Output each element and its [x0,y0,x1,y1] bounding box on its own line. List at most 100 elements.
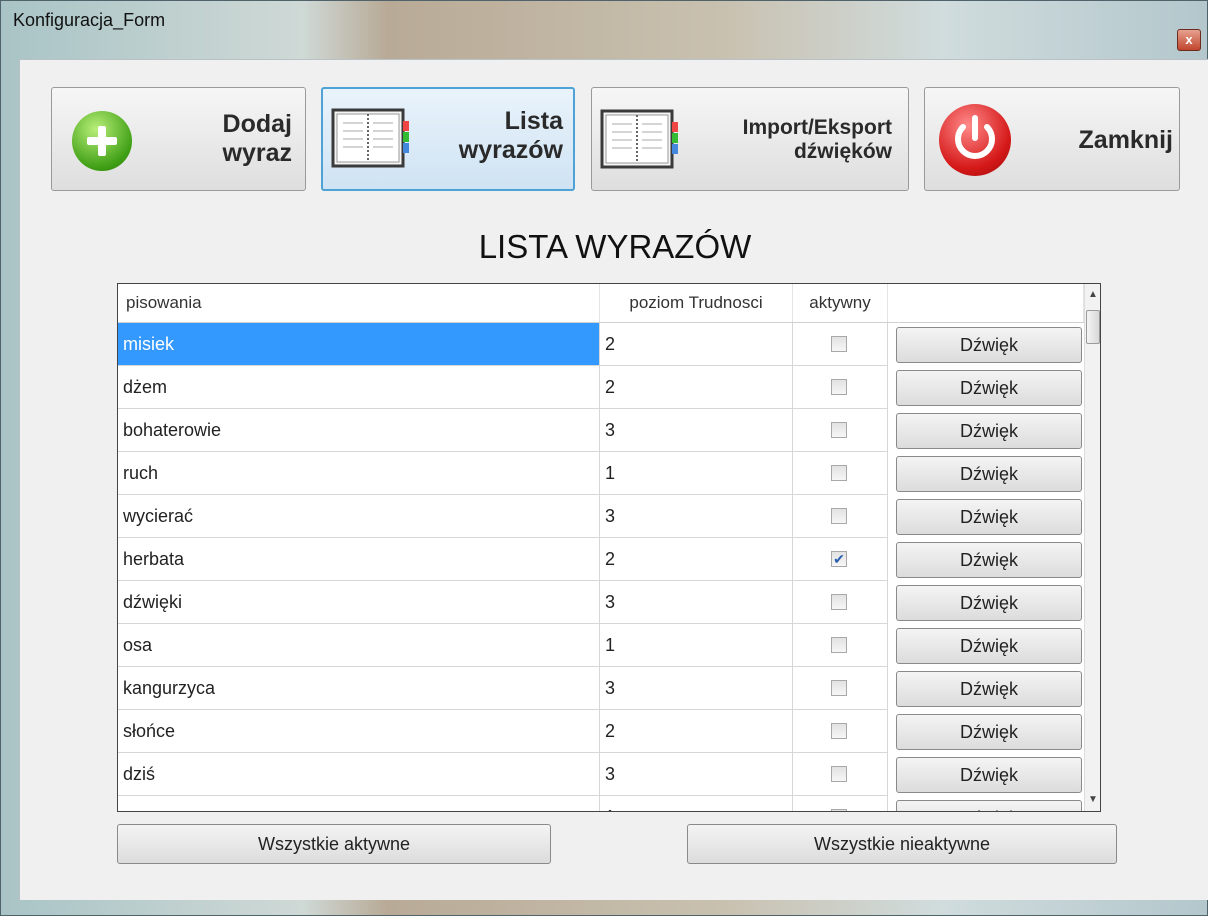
play-sound-button[interactable]: Dźwięk [896,542,1082,578]
play-sound-button[interactable]: Dźwięk [896,413,1082,449]
cell-active [793,409,888,452]
cell-word[interactable]: ruch [118,452,600,495]
active-checkbox[interactable] [831,422,847,438]
play-sound-button[interactable]: Dźwięk [896,628,1082,664]
table-row[interactable]: misiek 2 Dźwięk [118,323,1084,366]
table-row[interactable]: wycierać 3 Dźwięk [118,495,1084,538]
grid-header: pisowania poziom Trudnosci aktywny [118,284,1084,323]
scroll-up-icon[interactable]: ▲ [1085,284,1100,306]
all-inactive-button[interactable]: Wszystkie nieaktywne [687,824,1117,864]
col-header-word[interactable]: pisowania [118,284,600,322]
cell-word[interactable]: herbata [118,538,600,581]
play-sound-button[interactable]: Dźwięk [896,671,1082,707]
window-title: Konfiguracja_Form [13,10,166,30]
table-row[interactable]: osa 1 Dźwięk [118,624,1084,667]
col-header-level[interactable]: poziom Trudnosci [600,284,793,322]
add-word-button[interactable]: Dodaj wyraz [51,87,306,191]
active-checkbox[interactable] [831,680,847,696]
play-sound-button[interactable]: Dźwięk [896,370,1082,406]
cell-word[interactable]: słońce [118,710,600,753]
table-row[interactable]: dźwięki 3 Dźwięk [118,581,1084,624]
word-list-label-line2: wyrazów [458,135,563,164]
cell-level[interactable]: 1 [600,796,793,811]
cell-level[interactable]: 1 [600,452,793,495]
cell-level[interactable]: 1 [600,624,793,667]
table-row[interactable]: dżem 2 Dźwięk [118,366,1084,409]
cell-level[interactable]: 3 [600,581,793,624]
table-row[interactable]: ruch 1 Dźwięk [118,452,1084,495]
active-checkbox[interactable]: ✔ [831,551,847,567]
cell-active [793,452,888,495]
cell-level[interactable]: 2 [600,538,793,581]
cell-active: ✔ [793,538,888,581]
cell-active [793,796,888,811]
close-form-button[interactable]: Zamknij [924,87,1180,191]
play-sound-button[interactable]: Dźwięk [896,800,1082,811]
cell-active [793,495,888,538]
all-active-button[interactable]: Wszystkie aktywne [117,824,551,864]
active-checkbox[interactable] [831,594,847,610]
form-client-area: Dodaj wyraz Lista wyrazów Import/Eksport… [19,59,1208,900]
import-export-sounds-button[interactable]: Import/Eksport dźwięków [591,87,909,191]
cell-word[interactable]: dźwięki [118,581,600,624]
vertical-scrollbar[interactable]: ▲ ▼ [1084,284,1100,811]
cell-level[interactable]: 2 [600,323,793,366]
active-checkbox[interactable] [831,809,847,811]
table-row[interactable]: 1 Dźwięk [118,796,1084,811]
title-bar[interactable]: Konfiguracja_Form x [1,1,1207,51]
cell-word[interactable]: osa [118,624,600,667]
play-sound-button[interactable]: Dźwięk [896,499,1082,535]
cell-active [793,710,888,753]
active-checkbox[interactable] [831,465,847,481]
cell-active [793,323,888,366]
play-sound-button[interactable]: Dźwięk [896,757,1082,793]
cell-word[interactable]: wycierać [118,495,600,538]
page-title: LISTA WYRAZÓW [478,228,752,265]
plus-icon [72,111,132,171]
word-list-button[interactable]: Lista wyrazów [321,87,575,191]
play-sound-button[interactable]: Dźwięk [896,327,1082,363]
app-window: Konfiguracja_Form x Dodaj wyraz Lista wy… [0,0,1208,916]
add-word-label-line2: wyraz [222,138,292,167]
play-sound-button[interactable]: Dźwięk [896,714,1082,750]
import-export-label-line2: dźwięków [793,140,892,164]
active-checkbox[interactable] [831,508,847,524]
active-checkbox[interactable] [831,723,847,739]
cell-word[interactable]: dziś [118,753,600,796]
table-row[interactable]: bohaterowie 3 Dźwięk [118,409,1084,452]
scroll-down-icon[interactable]: ▼ [1085,789,1100,811]
words-grid[interactable]: pisowania poziom Trudnosci aktywny misie… [117,283,1101,812]
scroll-thumb[interactable] [1086,310,1100,344]
cell-level[interactable]: 3 [600,753,793,796]
add-word-label-line1: Dodaj [222,110,292,138]
cell-active [793,624,888,667]
active-checkbox[interactable] [831,379,847,395]
cell-level[interactable]: 2 [600,366,793,409]
cell-level[interactable]: 3 [600,495,793,538]
cell-level[interactable]: 2 [600,710,793,753]
cell-word[interactable]: misiek [118,323,600,366]
cell-active [793,581,888,624]
col-header-sound [888,284,1084,322]
table-row[interactable]: dziś 3 Dźwięk [118,753,1084,796]
cell-word[interactable]: kangurzyca [118,667,600,710]
play-sound-button[interactable]: Dźwięk [896,585,1082,621]
cell-word[interactable]: dżem [118,366,600,409]
cell-level[interactable]: 3 [600,409,793,452]
cell-word[interactable]: bohaterowie [118,409,600,452]
import-export-label-line1: Import/Eksport [742,116,892,139]
active-checkbox[interactable] [831,336,847,352]
table-row[interactable]: kangurzyca 3 Dźwięk [118,667,1084,710]
cell-word[interactable] [118,796,600,811]
active-checkbox[interactable] [831,766,847,782]
book-icon [331,108,409,168]
table-row[interactable]: herbata 2 ✔ Dźwięk [118,538,1084,581]
col-header-active[interactable]: aktywny [793,284,888,322]
power-icon [939,104,1011,176]
play-sound-button[interactable]: Dźwięk [896,456,1082,492]
cell-level[interactable]: 3 [600,667,793,710]
book-icon [600,109,678,169]
table-row[interactable]: słońce 2 Dźwięk [118,710,1084,753]
window-close-button[interactable]: x [1177,29,1201,51]
active-checkbox[interactable] [831,637,847,653]
